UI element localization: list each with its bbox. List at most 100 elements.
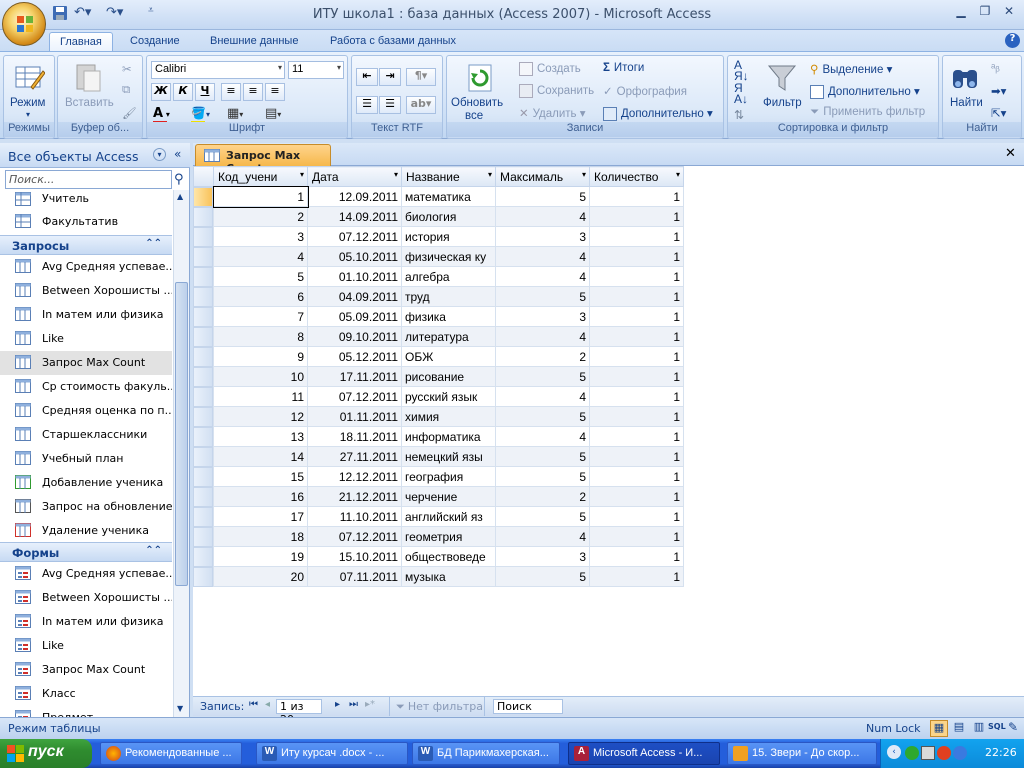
table-cell[interactable]: 1: [589, 426, 684, 447]
record-position-input[interactable]: 1 из 20: [276, 699, 322, 726]
tab-database-tools[interactable]: Работа с базами данных: [320, 32, 466, 52]
table-cell[interactable]: 1: [589, 566, 684, 587]
refresh-all-button[interactable]: Обновить: [451, 97, 503, 109]
row-selector[interactable]: [193, 547, 213, 567]
format-painter-icon[interactable]: 🖌: [122, 106, 137, 120]
table-cell[interactable]: 07.12.2011: [307, 526, 402, 547]
paragraph-direction-icon[interactable]: ¶▾: [406, 68, 436, 86]
table-cell[interactable]: 1: [589, 486, 684, 507]
table-cell[interactable]: 17.11.2011: [307, 366, 402, 387]
table-cell[interactable]: 5: [495, 446, 590, 467]
table-cell[interactable]: 5: [495, 406, 590, 427]
tray-lang-icon[interactable]: [953, 746, 967, 760]
row-selector[interactable]: [193, 207, 213, 227]
font-name-combo[interactable]: Calibri ▾: [151, 61, 285, 79]
row-selector[interactable]: [193, 427, 213, 447]
record-search-input[interactable]: Поиск: [493, 699, 563, 714]
scroll-down-icon[interactable]: ▼: [177, 704, 183, 713]
table-cell[interactable]: 14: [213, 446, 308, 467]
tab-home[interactable]: Главная: [49, 32, 113, 52]
table-cell[interactable]: обществоведе: [401, 546, 496, 567]
minimize-button[interactable]: ▁: [948, 4, 974, 22]
table-cell[interactable]: география: [401, 466, 496, 487]
table-row[interactable]: 10 17.11.2011 рисование 5 1: [213, 366, 684, 387]
table-cell[interactable]: 1: [589, 186, 684, 207]
italic-button[interactable]: К: [173, 83, 193, 101]
row-selector[interactable]: [193, 327, 213, 347]
table-row[interactable]: 7 05.09.2011 физика 3 1: [213, 306, 684, 327]
table-cell[interactable]: 11.10.2011: [307, 506, 402, 527]
nav-item-form[interactable]: Like: [0, 634, 172, 658]
table-cell[interactable]: химия: [401, 406, 496, 427]
collapse-chevron-icon[interactable]: ⌃⌃: [145, 238, 162, 249]
nav-item-query[interactable]: Удаление ученика: [0, 519, 172, 543]
table-cell[interactable]: 1: [589, 506, 684, 527]
sort-ascending-icon[interactable]: A Я↓: [734, 59, 749, 82]
decrease-indent-icon[interactable]: ⇤: [356, 68, 378, 86]
row-selector[interactable]: [193, 387, 213, 407]
design-view-icon[interactable]: ✎: [1008, 720, 1018, 734]
first-record-icon[interactable]: ⏮: [249, 699, 258, 710]
table-row[interactable]: 2 14.09.2011 биология 4 1: [213, 206, 684, 227]
table-cell[interactable]: 17: [213, 506, 308, 527]
table-cell[interactable]: 10: [213, 366, 308, 387]
tray-opera-icon[interactable]: [937, 746, 951, 760]
highlight-icon[interactable]: ab▾: [406, 96, 436, 114]
table-cell[interactable]: 01.10.2011: [307, 266, 402, 287]
table-row[interactable]: 12 01.11.2011 химия 5 1: [213, 406, 684, 427]
table-row[interactable]: 20 07.11.2011 музыка 5 1: [213, 566, 684, 587]
tray-expand-icon[interactable]: ‹: [887, 745, 901, 759]
table-cell[interactable]: 05.12.2011: [307, 346, 402, 367]
office-button[interactable]: [2, 2, 46, 46]
row-selector[interactable]: [193, 267, 213, 287]
advanced-filter-button[interactable]: Дополнительно ▾: [810, 84, 920, 99]
tray-network-icon[interactable]: [905, 746, 919, 760]
close-button[interactable]: ✕: [996, 4, 1022, 22]
last-record-icon[interactable]: ⏭: [349, 699, 358, 710]
table-cell[interactable]: 2: [495, 486, 590, 507]
paste-button[interactable]: Вставить: [65, 97, 114, 109]
prev-record-icon[interactable]: ◂: [265, 699, 270, 710]
table-cell[interactable]: 1: [589, 266, 684, 287]
sort-descending-icon[interactable]: Я A↓: [734, 82, 748, 105]
table-cell[interactable]: 3: [213, 226, 308, 247]
table-cell[interactable]: 6: [213, 286, 308, 307]
help-icon[interactable]: ?: [1005, 33, 1020, 48]
tray-av-icon[interactable]: [921, 746, 935, 760]
numbering-icon[interactable]: ☰: [379, 96, 401, 114]
table-row[interactable]: 19 15.10.2011 обществоведе 3 1: [213, 546, 684, 567]
table-cell[interactable]: 4: [495, 206, 590, 227]
column-dropdown-icon[interactable]: ▾: [300, 170, 304, 179]
nav-section-forms[interactable]: Формы ⌃⌃: [0, 542, 172, 562]
table-cell[interactable]: 1: [589, 226, 684, 247]
row-selector[interactable]: [193, 507, 213, 527]
table-cell[interactable]: 5: [495, 466, 590, 487]
table-cell[interactable]: 5: [495, 186, 590, 207]
nav-item-query[interactable]: Запрос на обновление: [0, 495, 172, 519]
table-cell[interactable]: 3: [495, 226, 590, 247]
row-selector[interactable]: [193, 227, 213, 247]
table-cell[interactable]: 4: [495, 526, 590, 547]
table-cell[interactable]: 2: [495, 346, 590, 367]
table-cell[interactable]: 04.09.2011: [307, 286, 402, 307]
tab-external-data[interactable]: Внешние данные: [200, 32, 308, 52]
pivotchart-view-icon[interactable]: ▥: [970, 720, 988, 737]
nav-item-query[interactable]: Учебный план: [0, 447, 172, 471]
table-row[interactable]: 6 04.09.2011 труд 5 1: [213, 286, 684, 307]
table-cell[interactable]: 1: [589, 206, 684, 227]
font-size-combo[interactable]: 11 ▾: [288, 61, 344, 79]
table-cell[interactable]: 1: [589, 346, 684, 367]
table-cell[interactable]: 05.09.2011: [307, 306, 402, 327]
table-cell[interactable]: 1: [589, 386, 684, 407]
row-selector[interactable]: [193, 307, 213, 327]
clear-sort-icon[interactable]: ⇅: [734, 108, 744, 122]
table-cell[interactable]: 19: [213, 546, 308, 567]
table-row[interactable]: 14 27.11.2011 немецкий язы 5 1: [213, 446, 684, 467]
nav-item-form[interactable]: Запрос Max Count: [0, 658, 172, 682]
table-cell[interactable]: 5: [495, 506, 590, 527]
table-cell[interactable]: труд: [401, 286, 496, 307]
taskbar-item-firefox[interactable]: Рекомендованные ...: [100, 742, 242, 765]
table-cell[interactable]: 5: [495, 286, 590, 307]
table-cell[interactable]: 12.09.2011: [307, 186, 402, 207]
table-cell[interactable]: 1: [589, 526, 684, 547]
